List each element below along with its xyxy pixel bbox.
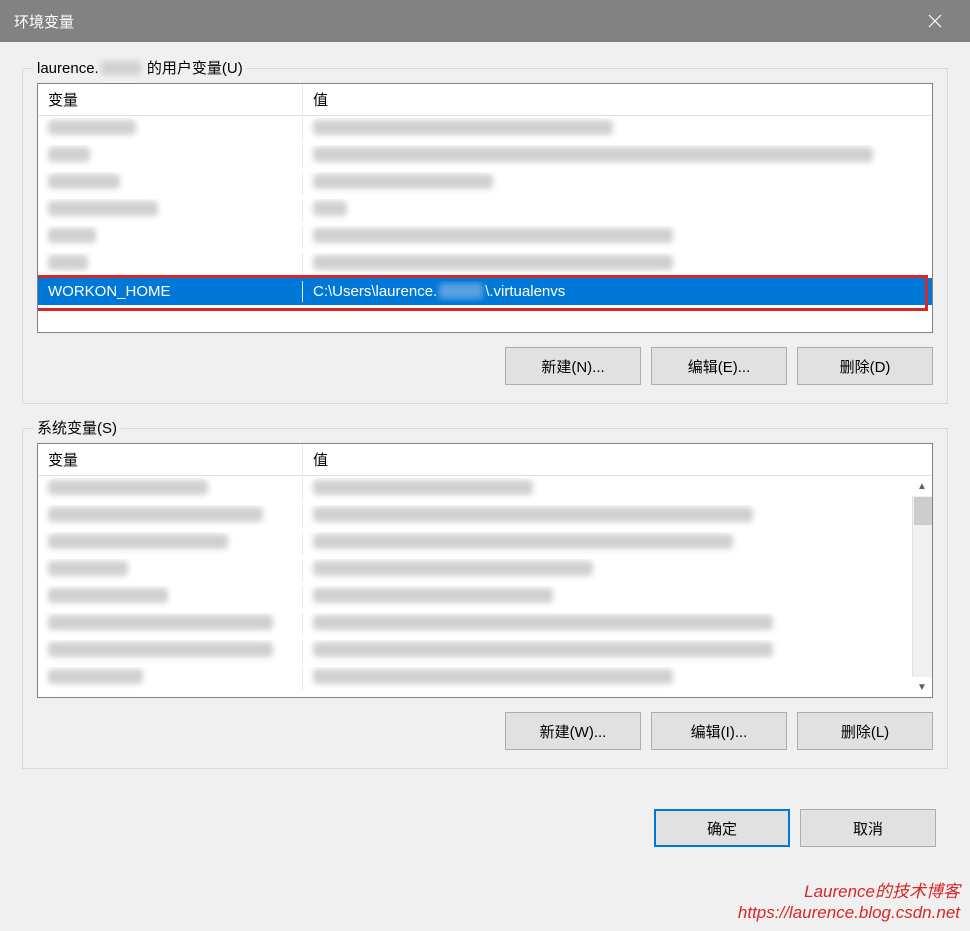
table-row[interactable] bbox=[38, 530, 932, 557]
scrollbar-thumb[interactable] bbox=[914, 497, 932, 525]
close-icon bbox=[928, 14, 942, 28]
table-row[interactable] bbox=[38, 170, 932, 197]
dialog-content: laurence. 的用户变量(U) 变量 值 WORKON_HOME C: bbox=[0, 42, 970, 931]
legend-suffix: 的用户变量(U) bbox=[143, 60, 243, 77]
table-row[interactable] bbox=[38, 224, 932, 251]
dialog-button-row: 确定 取消 bbox=[22, 809, 948, 847]
table-row[interactable] bbox=[38, 611, 932, 638]
system-variables-group: 系统变量(S) 变量 值 ▲ ▼ 新建(W)... bbox=[22, 428, 948, 769]
user-variables-list[interactable]: 变量 值 WORKON_HOME C:\Users\laurence.\.vir… bbox=[37, 83, 933, 333]
edit-user-var-button[interactable]: 编辑(E)... bbox=[651, 347, 787, 385]
new-system-var-button[interactable]: 新建(W)... bbox=[505, 712, 641, 750]
delete-user-var-button[interactable]: 删除(D) bbox=[797, 347, 933, 385]
table-row[interactable] bbox=[38, 143, 932, 170]
table-row[interactable] bbox=[38, 584, 932, 611]
new-user-var-button[interactable]: 新建(N)... bbox=[505, 347, 641, 385]
column-header-value[interactable]: 值 bbox=[303, 83, 932, 116]
table-row[interactable] bbox=[38, 665, 932, 692]
legend-prefix: laurence. bbox=[37, 60, 99, 77]
edit-system-var-button[interactable]: 编辑(I)... bbox=[651, 712, 787, 750]
table-row[interactable] bbox=[38, 476, 932, 503]
ok-button[interactable]: 确定 bbox=[654, 809, 790, 847]
table-row[interactable] bbox=[38, 503, 932, 530]
table-row[interactable] bbox=[38, 557, 932, 584]
list-body: WORKON_HOME C:\Users\laurence.\.virtuale… bbox=[38, 116, 932, 305]
user-variables-group: laurence. 的用户变量(U) 变量 值 WORKON_HOME C: bbox=[22, 68, 948, 404]
watermark-line2: https://laurence.blog.csdn.net bbox=[738, 902, 960, 923]
column-header-value[interactable]: 值 bbox=[303, 443, 932, 476]
redacted-text bbox=[439, 283, 483, 299]
table-row[interactable] bbox=[38, 116, 932, 143]
delete-system-var-button[interactable]: 删除(L) bbox=[797, 712, 933, 750]
list-body bbox=[38, 476, 932, 692]
table-row[interactable] bbox=[38, 638, 932, 665]
column-header-variable[interactable]: 变量 bbox=[38, 83, 303, 116]
column-header-variable[interactable]: 变量 bbox=[38, 443, 303, 476]
scrollbar-track[interactable] bbox=[912, 496, 932, 677]
window-title: 环境变量 bbox=[14, 11, 74, 32]
cancel-button[interactable]: 取消 bbox=[800, 809, 936, 847]
list-header: 变量 值 bbox=[38, 84, 932, 116]
scroll-up-arrow[interactable]: ▲ bbox=[912, 476, 932, 496]
list-header: 变量 值 bbox=[38, 444, 932, 476]
cell-variable: WORKON_HOME bbox=[38, 281, 303, 302]
user-button-row: 新建(N)... 编辑(E)... 删除(D) bbox=[37, 347, 933, 385]
watermark: Laurence的技术博客 https://laurence.blog.csdn… bbox=[738, 881, 960, 924]
system-button-row: 新建(W)... 编辑(I)... 删除(L) bbox=[37, 712, 933, 750]
system-group-legend: 系统变量(S) bbox=[33, 417, 121, 438]
table-row[interactable] bbox=[38, 251, 932, 278]
table-row[interactable] bbox=[38, 197, 932, 224]
close-button[interactable] bbox=[914, 0, 956, 42]
user-group-legend: laurence. 的用户变量(U) bbox=[33, 57, 247, 78]
system-variables-list[interactable]: 变量 值 ▲ ▼ bbox=[37, 443, 933, 698]
scroll-down-arrow[interactable]: ▼ bbox=[912, 677, 932, 697]
watermark-line1: Laurence的技术博客 bbox=[738, 881, 960, 902]
redacted-text bbox=[101, 61, 141, 75]
table-row-selected[interactable]: WORKON_HOME C:\Users\laurence.\.virtuale… bbox=[38, 278, 932, 305]
titlebar: 环境变量 bbox=[0, 0, 970, 42]
cell-value: C:\Users\laurence.\.virtualenvs bbox=[303, 281, 932, 302]
